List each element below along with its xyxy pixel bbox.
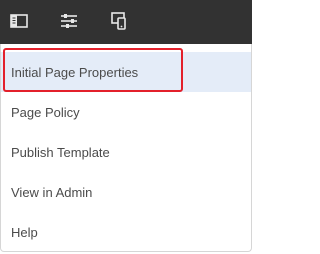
menu-item-label: Publish Template (11, 144, 110, 160)
menu-item-help[interactable]: Help (1, 212, 251, 252)
device-preview-icon (110, 12, 128, 30)
menu-item-view-in-admin[interactable]: View in Admin (1, 172, 251, 212)
menu-item-label: Help (11, 224, 38, 240)
sliders-icon (60, 13, 78, 29)
editor-toolbar (0, 0, 252, 44)
side-panel-icon (10, 13, 28, 29)
page-information-menu: Initial Page Properties Page Policy Publ… (0, 44, 252, 252)
emulator-button[interactable] (106, 8, 132, 34)
menu-item-publish-template[interactable]: Publish Template (1, 132, 251, 172)
toggle-side-panel-button[interactable] (6, 8, 32, 34)
menu-item-page-policy[interactable]: Page Policy (1, 92, 251, 132)
page-information-button[interactable] (56, 8, 82, 34)
menu-item-label: Initial Page Properties (11, 64, 139, 80)
menu-item-label: View in Admin (11, 184, 93, 200)
menu-item-initial-page-properties[interactable]: Initial Page Properties (1, 52, 251, 92)
menu-item-label: Page Policy (11, 104, 80, 120)
